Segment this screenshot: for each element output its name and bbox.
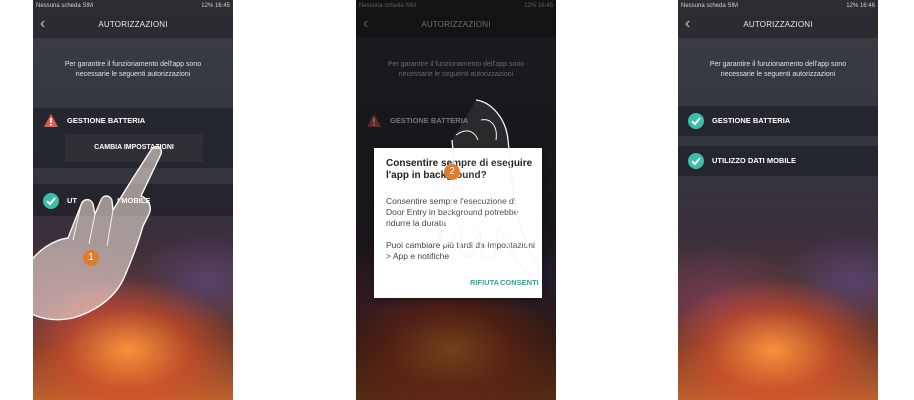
screen-permissions-step1: Nessuna scheda SIM 12% 16:45 ‹ AUTORIZZA… [33, 0, 233, 400]
deny-button[interactable]: RIFIUTA [470, 278, 499, 287]
permission-mobile-data: UTILIZZO DATI MOBILE [688, 153, 797, 169]
dialog-body: Consentire sempre l'esecuzione di Door E… [386, 196, 519, 228]
page-title: AUTORIZZAZIONI [743, 20, 813, 29]
status-battery-time: 12% 16:45 [201, 3, 230, 9]
permission-battery: GESTIONE BATTERIA [43, 114, 145, 128]
permission-mobile-data-label: UTILIZZO DATI MOBILE [712, 156, 797, 165]
allow-button[interactable]: CONSENTI [500, 278, 539, 287]
intro-text: Per garantire il funzionamento dell'app … [709, 61, 847, 78]
step-badge-2: 2 [444, 164, 460, 180]
change-settings-button[interactable]: CAMBIA IMPOSTAZIONI [65, 134, 203, 162]
screen-permissions-done: Nessuna scheda SIM 12% 16:46 ‹ AUTORIZZA… [678, 0, 878, 400]
status-carrier: Nessuna scheda SIM [681, 3, 739, 9]
permission-mobile-data-label: UT [67, 196, 77, 205]
permission-mobile-data: UT I MOBILE [43, 193, 151, 209]
permission-battery-label: GESTIONE BATTERIA [712, 116, 791, 125]
status-battery-time: 12% 16:46 [846, 3, 875, 9]
dialog-note: Puoi cambiare più tardi da Impostazioni … [386, 240, 535, 261]
permission-mobile-data-label-tail: I MOBILE [117, 196, 151, 205]
permission-battery: GESTIONE BATTERIA [688, 113, 791, 129]
warning-icon [44, 114, 58, 127]
screen-permissions-step2: Nessuna scheda SIM 12% 16:45 ‹ AUTORIZZA… [356, 0, 556, 400]
check-circle-icon [43, 193, 59, 209]
status-bar: Nessuna scheda SIM 12% 16:46 [678, 0, 878, 12]
permission-battery-label: GESTIONE BATTERIA [67, 116, 146, 125]
step-badge-1: 1 [83, 250, 99, 266]
app-header: ‹ AUTORIZZAZIONI [678, 12, 878, 38]
page-title: AUTORIZZAZIONI [98, 20, 168, 29]
check-circle-icon [688, 153, 704, 169]
intro-text: Per garantire il funzionamento dell'app … [64, 61, 202, 78]
status-carrier: Nessuna scheda SIM [36, 3, 94, 9]
status-bar: Nessuna scheda SIM 12% 16:45 [33, 0, 233, 12]
app-header: ‹ AUTORIZZAZIONI [33, 12, 233, 38]
check-circle-icon [688, 113, 704, 129]
dialog-title: Consentire sempre di eseguire l'app in b… [386, 158, 533, 181]
